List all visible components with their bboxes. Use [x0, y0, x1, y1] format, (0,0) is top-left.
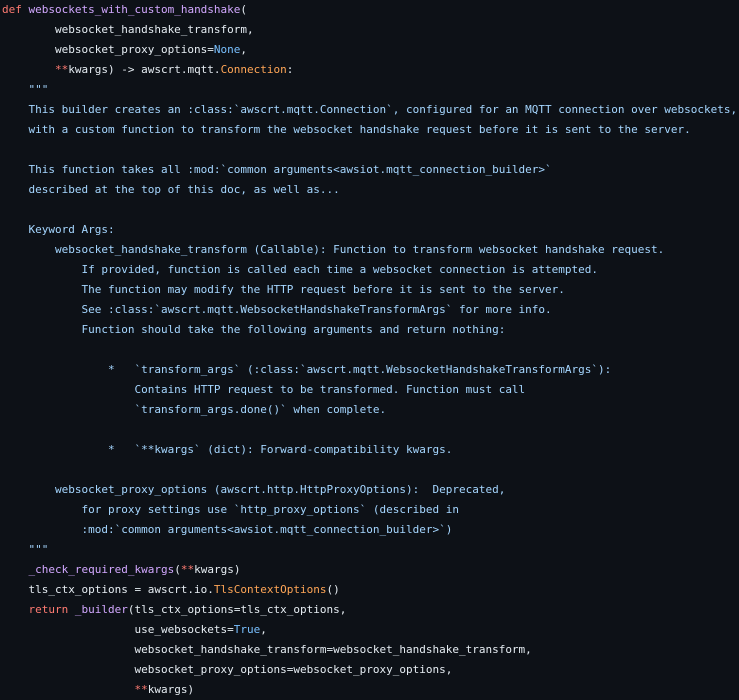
code-line: """	[2, 540, 739, 560]
code-line: * `transform_args` (:class:`awscrt.mqtt.…	[2, 360, 739, 380]
code-line: Contains HTTP request to be transformed.…	[2, 380, 739, 400]
code-token: * `transform_args` (:class:`awscrt.mqtt.…	[2, 363, 612, 376]
code-line: If provided, function is called each tim…	[2, 260, 739, 280]
code-line: **kwargs)	[2, 680, 739, 700]
code-token: (tls_ctx_options=tls_ctx_options,	[127, 603, 347, 616]
code-line: :mod:`common arguments<awsiot.mqtt_conne…	[2, 520, 739, 540]
code-line: websocket_handshake_transform=websocket_…	[2, 640, 739, 660]
code-token: True	[233, 623, 261, 636]
code-token: **	[134, 683, 148, 696]
code-line: * `**kwargs` (dict): Forward-compatibili…	[2, 440, 739, 460]
code-line: with a custom function to transform the …	[2, 120, 739, 140]
code-token: The function may modify the HTTP request…	[2, 283, 565, 296]
code-line: Function should take the following argum…	[2, 320, 739, 340]
code-token: websocket_handshake_transform (Callable)…	[2, 243, 665, 256]
code-token: return	[28, 603, 69, 616]
code-line: **kwargs) -> awscrt.mqtt.Connection:	[2, 60, 739, 80]
code-token: None	[213, 43, 241, 56]
code-token: kwargs)	[147, 683, 195, 696]
code-line: websocket_proxy_options (awscrt.http.Htt…	[2, 480, 739, 500]
code-line: return _builder(tls_ctx_options=tls_ctx_…	[2, 600, 739, 620]
code-token: websocket_proxy_options=	[2, 43, 214, 56]
code-line: websocket_handshake_transform,	[2, 20, 739, 40]
code-token: :mod:`common arguments<awsiot.mqtt_conne…	[2, 523, 453, 536]
code-token: tls_ctx_options = awscrt.io.	[2, 583, 214, 596]
code-token: This builder creates an :class:`awscrt.m…	[2, 103, 738, 116]
code-token: Contains HTTP request to be transformed.…	[2, 383, 526, 396]
code-token: kwargs)	[194, 563, 241, 576]
code-token: websockets_with_custom_handshake	[28, 3, 241, 16]
code-token: described at the top of this doc, as wel…	[2, 183, 340, 196]
code-token: **	[54, 63, 69, 76]
code-token: for proxy settings use `http_proxy_optio…	[2, 503, 459, 516]
code-line: Keyword Args:	[2, 220, 739, 240]
code-token: Function should take the following argum…	[2, 323, 506, 336]
code-token: websocket_proxy_options=websocket_proxy_…	[2, 663, 453, 676]
code-line: """	[2, 80, 739, 100]
code-editor[interactable]: def websockets_with_custom_handshake( we…	[2, 0, 739, 700]
code-token: """	[2, 83, 49, 96]
code-line: for proxy settings use `http_proxy_optio…	[2, 500, 739, 520]
code-line: websocket_handshake_transform (Callable)…	[2, 240, 739, 260]
code-line: The function may modify the HTTP request…	[2, 280, 739, 300]
code-token: websocket_proxy_options (awscrt.http.Htt…	[2, 483, 506, 496]
code-token: (	[174, 563, 181, 576]
code-line: use_websockets=True,	[2, 620, 739, 640]
code-token: ()	[326, 583, 340, 596]
code-token: websocket_handshake_transform=websocket_…	[2, 643, 532, 656]
code-line: tls_ctx_options = awscrt.io.TlsContextOp…	[2, 580, 739, 600]
code-line: def websockets_with_custom_handshake(	[2, 0, 739, 20]
code-token: (	[240, 3, 248, 16]
code-token: **	[180, 563, 195, 576]
code-token: See :class:`awscrt.mqtt.WebsocketHandsha…	[2, 303, 552, 316]
code-line: described at the top of this doc, as wel…	[2, 180, 739, 200]
code-token: with a custom function to transform the …	[2, 123, 691, 136]
code-token: ,	[260, 623, 267, 636]
code-token: * `**kwargs` (dict): Forward-compatibili…	[2, 443, 453, 456]
code-token: :	[286, 63, 294, 76]
code-token: This function takes all :mod:`common arg…	[2, 163, 552, 176]
code-line: websocket_proxy_options=websocket_proxy_…	[2, 660, 739, 680]
code-token: """	[2, 543, 49, 556]
code-token: kwargs) -> awscrt.mqtt.	[68, 63, 221, 76]
code-token: use_websockets=	[2, 623, 234, 636]
code-token: websocket_handshake_transform,	[2, 23, 254, 36]
code-token: _builder	[74, 603, 128, 616]
code-token: Keyword Args:	[2, 223, 115, 236]
code-token: _check_required_kwargs	[28, 563, 175, 576]
code-token: def	[2, 3, 22, 16]
code-token: ,	[240, 43, 248, 56]
code-line: `transform_args.done()` when complete.	[2, 400, 739, 420]
code-line: This builder creates an :class:`awscrt.m…	[2, 100, 739, 120]
code-token: If provided, function is called each tim…	[2, 263, 599, 276]
code-token: `transform_args.done()` when complete.	[2, 403, 387, 416]
code-line: See :class:`awscrt.mqtt.WebsocketHandsha…	[2, 300, 739, 320]
code-token: TlsContextOptions	[213, 583, 327, 596]
code-line: _check_required_kwargs(**kwargs)	[2, 560, 739, 580]
code-line: websocket_proxy_options=None,	[2, 40, 739, 60]
code-token: Connection	[220, 63, 287, 76]
code-line: This function takes all :mod:`common arg…	[2, 160, 739, 180]
